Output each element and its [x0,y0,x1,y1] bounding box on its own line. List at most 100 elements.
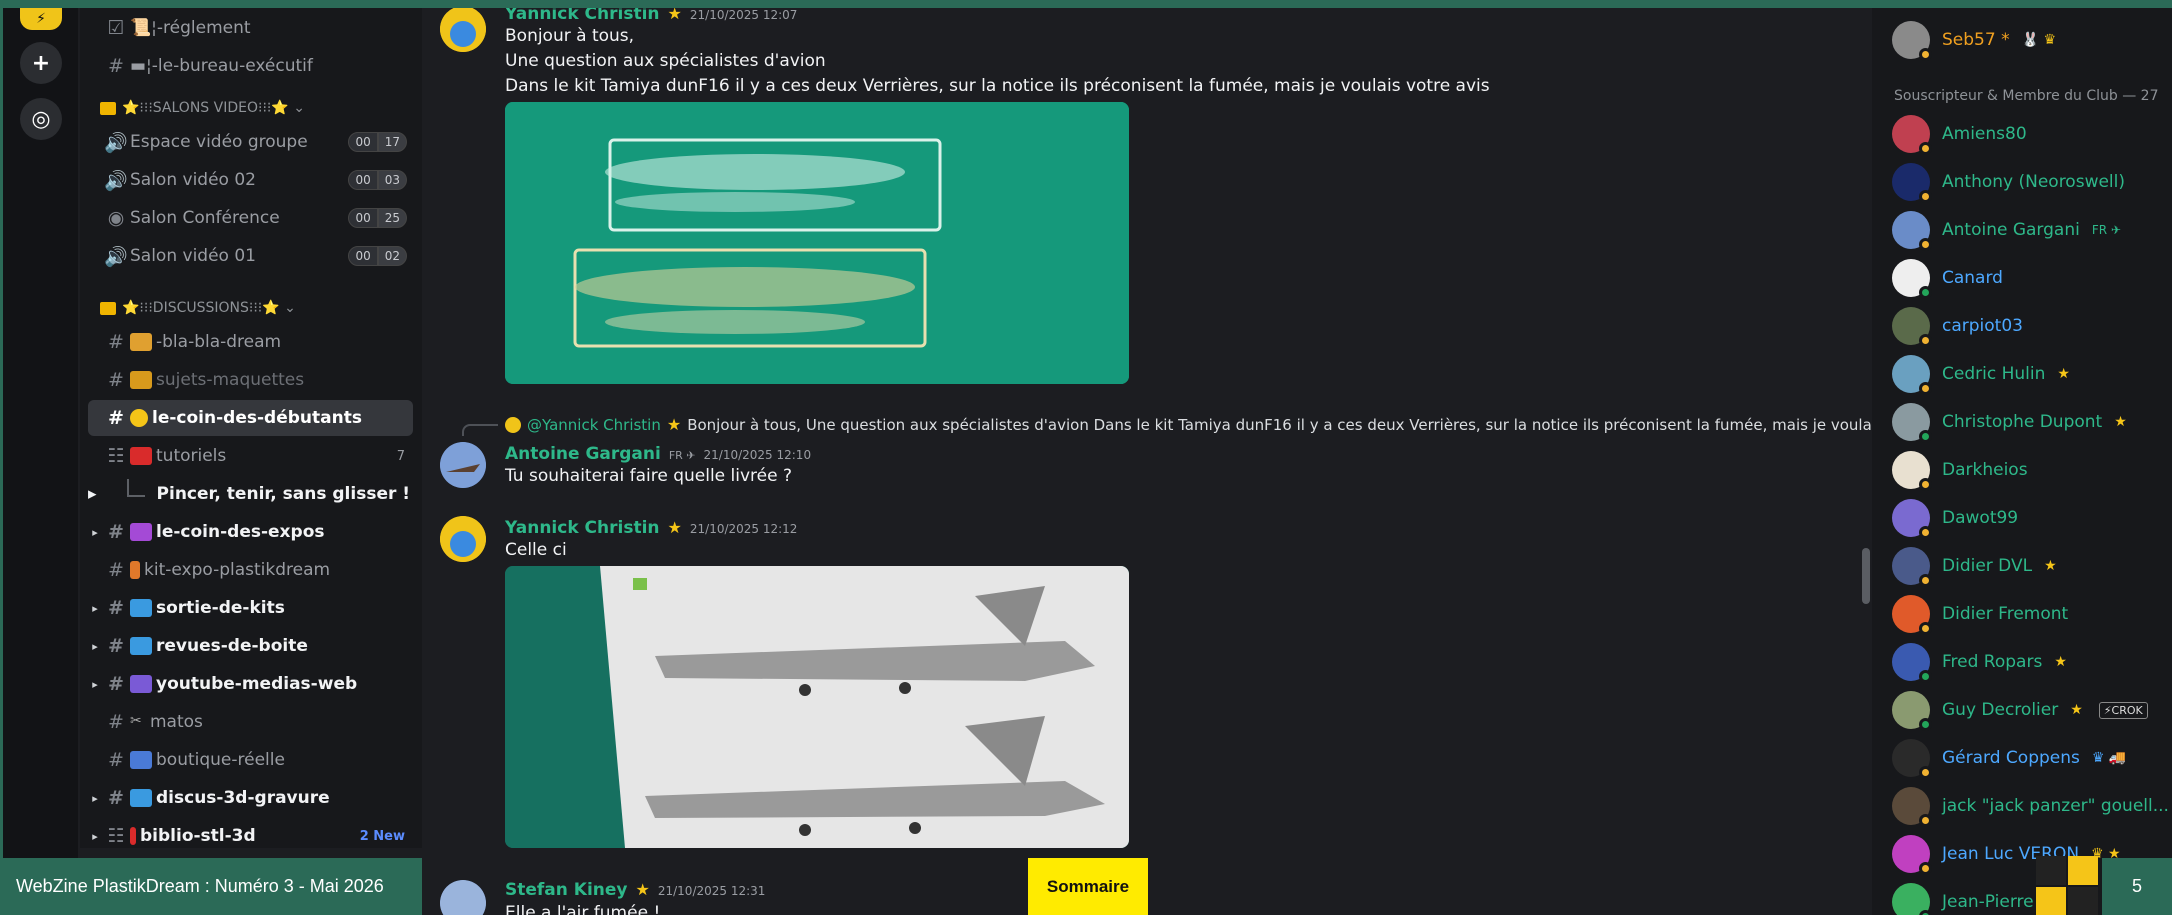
channel-le-coin-des-expos[interactable]: ▸ # le-coin-des-expos [88,514,413,550]
avatar[interactable] [440,880,486,915]
media-emoji-icon [130,675,152,693]
channel-label: biblio-stl-3d [140,826,256,846]
channel-label: revues-de-boite [156,636,308,656]
channel-revues-de-boite[interactable]: ▸ # revues-de-boite [88,628,413,664]
youtube-emoji-icon [130,447,152,465]
channel-reglement[interactable]: ☑ 📜¦-réglement [88,10,413,46]
discover-button[interactable]: ◎ [20,98,62,140]
idle-status-icon [1919,190,1932,203]
channel-sortie-de-kits[interactable]: ▸ # sortie-de-kits [88,590,413,626]
member-cedric-hulin[interactable]: Cedric Hulin ★ [1892,354,2070,395]
message-text: Dans le kit Tamiya dunF16 il y a ces deu… [505,76,1490,96]
logo-tile [2036,856,2066,885]
member-avatar [1892,739,1932,779]
member-carpiot03[interactable]: carpiot03 [1892,306,2023,347]
reply-reference[interactable]: @Yannick Christin ★ Bonjour à tous, Une … [505,415,1872,434]
category-salons-video[interactable]: ⭐⁝⁝⁝SALONS VIDEO⁝⁝⁝⭐ ⌄ [100,100,305,116]
idle-status-icon [1919,48,1932,61]
member-darkheios[interactable]: Darkheios [1892,450,2028,491]
add-server-button[interactable]: + [20,42,62,84]
member-didier-fremont[interactable]: Didier Fremont [1892,594,2068,635]
message-header: Antoine Gargani FR ✈ 21/10/2025 12:10 [505,444,811,464]
member-gerard-coppens[interactable]: Gérard Coppens ♛ 🚚 [1892,738,2126,779]
channel-le-coin-des-debutants[interactable]: # le-coin-des-débutants [88,400,413,436]
member-canard[interactable]: Canard [1892,258,2003,299]
author-name[interactable]: Antoine Gargani [505,444,661,464]
thread-pincer-tenir[interactable]: ▸ Pincer, tenir, sans glisser ! [88,476,413,512]
star-badge-icon: ★ [2044,558,2057,574]
footer-title-text: WebZine PlastikDream : Numéro 3 - Mai 20… [16,876,384,896]
member-dawot99[interactable]: Dawot99 [1892,498,2018,539]
forum-biblio-stl-3d[interactable]: ▸ ☷ biblio-stl-3d 2 New [88,818,413,848]
category-discussions[interactable]: ⭐⁝⁝⁝DISCUSSIONS⁝⁝⁝⭐ ⌄ [100,300,296,316]
message-header: Yannick Christin ★ 21/10/2025 12:12 [505,518,797,538]
channel-label: kit-expo-plastikdream [144,560,331,580]
voice-channel-salon-video-02[interactable]: 🔊 Salon vidéo 02 00 03 [88,162,413,198]
image-attachment-instructions[interactable] [505,566,1129,848]
image-attachment-canopies[interactable] [505,102,1129,384]
author-name[interactable]: Yannick Christin [505,8,660,24]
sommaire-label: Sommaire [1046,876,1130,896]
webzine-footer-title: WebZine PlastikDream : Numéro 3 - Mai 20… [0,858,422,915]
sommaire-button[interactable]: Sommaire [1028,858,1148,915]
avatar[interactable] [440,442,486,488]
avatar[interactable] [440,516,486,562]
speaker-icon: 🔊 [104,169,128,192]
star-badge-icon: ★ [635,880,650,899]
box-emoji-icon [130,371,152,389]
author-name[interactable]: Yannick Christin [505,518,660,538]
chevron-right-icon: ▸ [92,677,98,691]
online-status-icon [1919,286,1932,299]
channel-label: sortie-de-kits [156,598,285,618]
avatar[interactable] [440,8,486,52]
channel-discus-3d-gravure[interactable]: ▸ # discus-3d-gravure [88,780,413,816]
channel-sujets-maquettes[interactable]: # sujets-maquettes [88,362,413,398]
member-avatar [1892,163,1932,203]
voice-channel-espace-video-groupe[interactable]: 🔊 Espace vidéo groupe 00 17 [88,124,413,160]
voice-channel-salon-conference[interactable]: ◉ Salon Conférence 00 25 [88,200,413,236]
voice-channel-salon-video-01[interactable]: 🔊 Salon vidéo 01 00 02 [88,238,413,274]
member-seb57[interactable]: Seb57 * 🐰 ♛ [1892,20,2057,61]
channel-bureau-executif[interactable]: # ▬¦-le-bureau-exécutif [88,48,413,84]
channel-matos[interactable]: # ✂ matos [88,704,413,740]
member-amiens80[interactable]: Amiens80 [1892,114,2027,155]
online-status-icon [1919,910,1932,915]
star-badge-icon: ★ [666,415,682,434]
channel-youtube-medias-web[interactable]: ▸ # youtube-medias-web [88,666,413,702]
member-name: Antoine Gargani [1942,220,2080,240]
hash-icon: # [108,635,124,657]
timestamp: 21/10/2025 12:10 [703,448,812,462]
member-name: carpiot03 [1942,316,2023,336]
member-didier-dvl[interactable]: Didier DVL ★ [1892,546,2057,587]
channel-kit-expo-plastikdream[interactable]: # kit-expo-plastikdream [88,552,413,588]
hash-icon: # [108,673,124,695]
reply-avatar [505,416,521,433]
member-jack-panzer[interactable]: jack "jack panzer" gouell... [1892,786,2169,827]
author-name[interactable]: Stefan Kiney [505,880,628,900]
hash-icon: # [108,331,124,353]
member-name: Amiens80 [1942,124,2027,144]
channel-bla-bla-dream[interactable]: # -bla-bla-dream [88,324,413,360]
webzine-logo [2036,856,2098,915]
chevron-right-icon: ▸ [92,791,98,805]
member-christophe-dupont[interactable]: Christophe Dupont ★ [1892,402,2127,443]
member-anthony[interactable]: Anthony (Neoroswell) [1892,162,2125,203]
server-icon-plastikdream[interactable]: ⚡ [20,8,62,30]
idle-status-icon [1919,814,1932,827]
member-avatar [1892,547,1932,587]
forum-tutoriels[interactable]: ☷ tutoriels 7 [88,438,413,474]
chat-scrollbar[interactable] [1862,548,1870,604]
channel-boutique-reelle[interactable]: # boutique-réelle [88,742,413,778]
top-accent-bar [0,0,2172,8]
category-label: ⭐⁝⁝⁝SALONS VIDEO⁝⁝⁝⭐ ⌄ [122,100,305,116]
member-guy-decrolier[interactable]: Guy Decrolier ★ ⚡CROK [1892,690,2148,731]
online-status-icon [1919,430,1932,443]
member-antoine-gargani[interactable]: Antoine Gargani FR ✈ [1892,210,2121,251]
member-jean-pierre[interactable]: Jean-Pierre [1892,882,2034,915]
member-badges: 🐰 ♛ [2021,32,2057,48]
reply-author: @Yannick Christin [527,415,661,434]
speaker-icon: 🔊 [104,245,128,268]
member-fred-ropars[interactable]: Fred Ropars ★ [1892,642,2067,683]
reply-excerpt: Bonjour à tous, Une question aux spécial… [687,415,1872,434]
page-number: 5 [2102,858,2172,915]
